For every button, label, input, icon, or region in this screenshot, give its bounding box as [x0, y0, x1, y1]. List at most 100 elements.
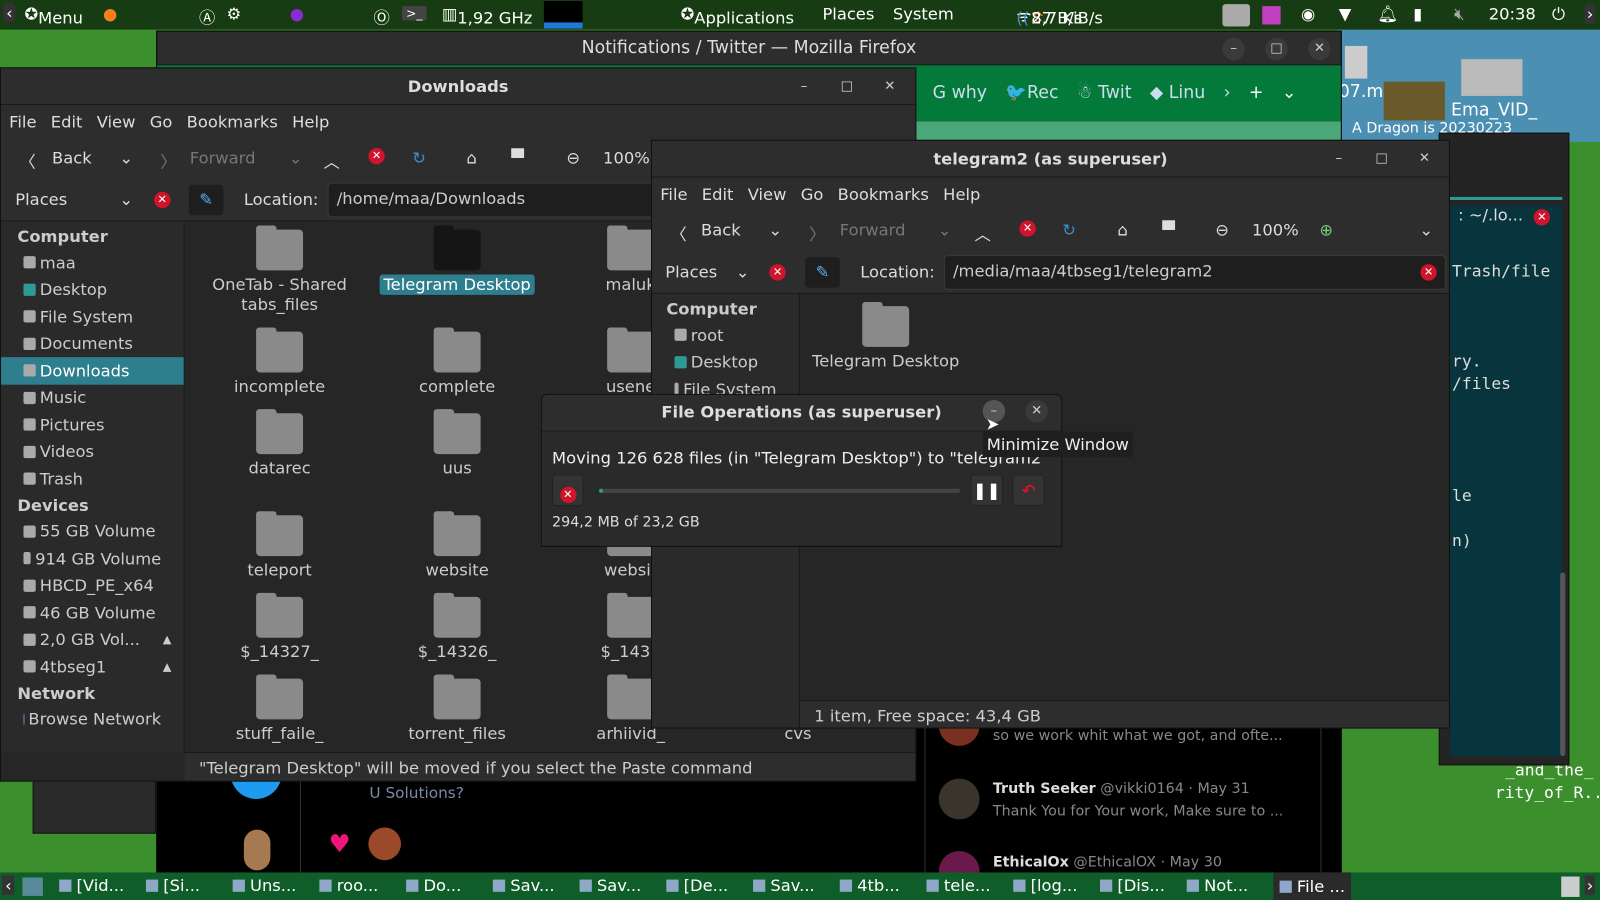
- taskbar-item[interactable]: roo...: [319, 876, 378, 895]
- indicator-icon[interactable]: ◉: [1301, 4, 1315, 23]
- avatar[interactable]: [938, 778, 980, 820]
- battery-icon[interactable]: ▮: [1413, 4, 1422, 23]
- avatar[interactable]: [243, 829, 271, 871]
- folder-item[interactable]: $_14327_: [198, 592, 361, 662]
- clock[interactable]: 20:38: [1489, 4, 1536, 23]
- taskbar-item[interactable]: Do...: [406, 876, 461, 895]
- edit-location-icon[interactable]: ✎: [805, 257, 840, 288]
- taskbar-item[interactable]: Sav...: [579, 876, 641, 895]
- terminal-icon[interactable]: >_: [402, 6, 427, 21]
- folder-item[interactable]: Telegram Desktop: [376, 225, 539, 295]
- eject-icon[interactable]: ▲: [163, 660, 172, 673]
- opera-icon[interactable]: Ⓞ: [373, 4, 389, 28]
- toolbar-menu-icon[interactable]: ⌄: [1419, 220, 1433, 239]
- minimize-button[interactable]: –: [1328, 148, 1350, 170]
- taskbar-item[interactable]: [log...: [1013, 876, 1077, 895]
- close-tab-icon[interactable]: ✕: [1533, 209, 1550, 226]
- forward-icon[interactable]: 〉: [809, 220, 825, 244]
- desktop-icon-label[interactable]: rity_of_R...: [1495, 783, 1600, 802]
- sidebar-item-device[interactable]: 4tbseg1 ▲: [1, 653, 184, 680]
- menu-edit[interactable]: Edit: [51, 112, 83, 131]
- places-selector[interactable]: Places: [665, 262, 717, 281]
- terminal-tab[interactable]: : ~/.lo...: [1458, 205, 1523, 224]
- folder-item[interactable]: website: [376, 511, 539, 580]
- desktop-icon-label[interactable]: Ema_VID_: [1451, 100, 1537, 120]
- menu-help[interactable]: Help: [943, 184, 980, 203]
- tab[interactable]: ◆ Linu: [1150, 83, 1205, 103]
- menu-bookmarks[interactable]: Bookmarks: [187, 112, 278, 131]
- tab-list-icon[interactable]: ⌄: [1282, 83, 1297, 103]
- taskbar-item[interactable]: [Si...: [145, 876, 200, 895]
- taskbar-scroll-left-icon[interactable]: ‹: [2, 875, 15, 895]
- back-button[interactable]: Back: [701, 220, 741, 239]
- close-sidebar-icon[interactable]: ✕: [769, 264, 786, 281]
- maximize-button[interactable]: □: [836, 76, 858, 98]
- menu-bookmarks[interactable]: Bookmarks: [838, 184, 929, 203]
- forward-button[interactable]: Forward: [190, 148, 256, 167]
- taskbar-item[interactable]: File ...: [1273, 872, 1352, 900]
- tray-icon[interactable]: [1561, 876, 1580, 897]
- video-thumbnail[interactable]: [1383, 81, 1445, 121]
- places-selector[interactable]: Places: [15, 190, 67, 209]
- up-icon[interactable]: ︿: [974, 220, 990, 244]
- accessibility-icon[interactable]: Ⓐ: [199, 4, 215, 28]
- folder-item[interactable]: torrent_files: [376, 674, 539, 744]
- menu-help[interactable]: Help: [292, 112, 329, 131]
- menu-view[interactable]: View: [748, 184, 787, 203]
- panel-scroll-right-icon[interactable]: ›: [1584, 4, 1596, 24]
- folder-item[interactable]: teleport: [198, 511, 361, 580]
- panel-scroll-left-icon[interactable]: ‹: [3, 3, 16, 23]
- sidebar-item-device[interactable]: HBCD_PE_x64: [1, 572, 184, 599]
- tor-icon[interactable]: ●: [290, 4, 304, 23]
- taskbar-item[interactable]: 4tb...: [839, 876, 900, 895]
- places-menu[interactable]: Places: [822, 4, 874, 23]
- close-button[interactable]: ✕: [879, 76, 901, 98]
- video-thumbnail[interactable]: [1461, 59, 1523, 96]
- location-input[interactable]: /media/maa/4tbseg1/telegram2 ✕: [943, 255, 1446, 290]
- computer-icon[interactable]: ▀: [1162, 220, 1175, 239]
- taskbar-item[interactable]: Uns...: [232, 876, 296, 895]
- folder-item[interactable]: stuff_faile_: [198, 674, 361, 744]
- menu-go[interactable]: Go: [801, 184, 824, 203]
- sidebar-item-desktop[interactable]: Desktop: [652, 348, 799, 375]
- tab[interactable]: 🐦Rec: [1005, 83, 1058, 103]
- wifi-icon[interactable]: ▼: [1339, 4, 1352, 23]
- zoom-out-icon[interactable]: ⊖: [566, 148, 580, 167]
- back-history-icon[interactable]: ⌄: [119, 148, 133, 167]
- folder-item[interactable]: OneTab - Shared tabs_files: [198, 225, 361, 316]
- file-operations-dialog[interactable]: File Operations (as superuser) – ✕ Movin…: [540, 393, 1063, 547]
- close-button[interactable]: ✕: [1025, 399, 1048, 423]
- sidebar-item-music[interactable]: Music: [1, 384, 184, 411]
- edit-location-icon[interactable]: ✎: [188, 184, 224, 216]
- forward-history-icon[interactable]: ⌄: [938, 220, 952, 239]
- folder-item[interactable]: complete: [376, 327, 539, 397]
- up-icon[interactable]: ︿: [323, 148, 339, 172]
- minimize-button[interactable]: –: [793, 76, 815, 98]
- power-icon[interactable]: ⏻: [1552, 4, 1565, 24]
- sidebar-item-videos[interactable]: Videos: [1, 438, 184, 465]
- folder-item[interactable]: $_14326_: [376, 592, 539, 662]
- zoom-level[interactable]: 100%: [603, 148, 650, 167]
- stop-icon[interactable]: ✕: [1019, 220, 1036, 237]
- menu-go[interactable]: Go: [150, 112, 173, 131]
- taskbar-item[interactable]: tele...: [926, 876, 990, 895]
- zoom-level[interactable]: 100%: [1252, 220, 1299, 239]
- sidebar-item-root[interactable]: root: [652, 321, 799, 348]
- file-manager-icon[interactable]: [1222, 4, 1250, 27]
- taskbar-item[interactable]: Not...: [1186, 876, 1248, 895]
- maximize-button[interactable]: □: [1265, 37, 1288, 61]
- sidebar-item-browse-network[interactable]: Browse Network: [1, 706, 184, 733]
- sidebar-item-device[interactable]: 55 GB Volume: [1, 518, 184, 545]
- taskbar-item[interactable]: Sav...: [753, 876, 815, 895]
- home-icon[interactable]: ⌂: [466, 148, 476, 167]
- folder-item[interactable]: incomplete: [198, 327, 361, 397]
- taskbar-item[interactable]: [Vid...: [59, 876, 124, 895]
- heart-icon[interactable]: ♥: [329, 830, 351, 859]
- home-icon[interactable]: ⌂: [1117, 220, 1127, 239]
- audio-app-icon[interactable]: [1262, 6, 1281, 25]
- taskbar-item[interactable]: Sav...: [492, 876, 555, 895]
- computer-icon[interactable]: ▀: [511, 148, 524, 167]
- close-button[interactable]: ✕: [1308, 37, 1331, 61]
- sidebar-item-trash[interactable]: Trash: [1, 465, 184, 492]
- tab[interactable]: G why: [933, 83, 987, 103]
